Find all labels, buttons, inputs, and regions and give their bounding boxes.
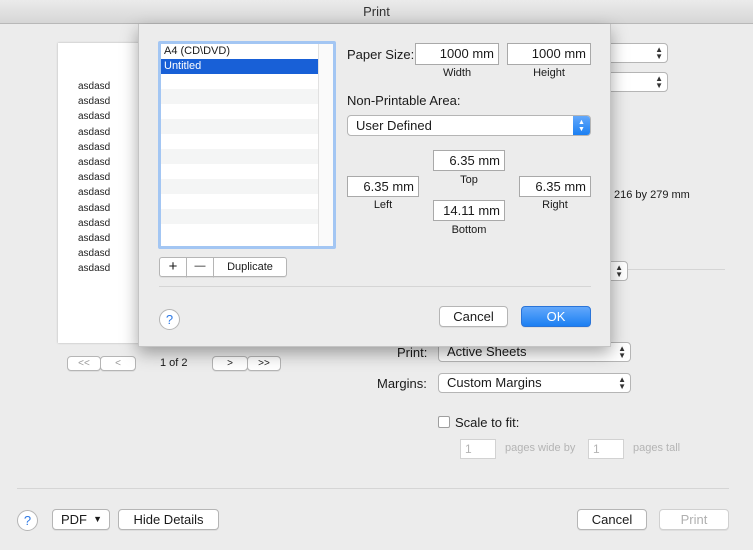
paper-size-list-item[interactable]: Untitled <box>161 59 333 74</box>
sheet-help-button[interactable]: ? <box>159 309 180 330</box>
footer-separator <box>17 488 729 489</box>
help-button[interactable]: ? <box>17 510 38 531</box>
printer-popup[interactable]: ▲ ▼ <box>604 43 668 63</box>
popup-arrows-icon: ▲ ▼ <box>618 344 626 360</box>
empty-list-row <box>161 134 333 149</box>
pdf-menu-button[interactable]: PDF ▼ <box>52 509 110 530</box>
paper-size-dimensions: 216 by 279 mm <box>614 189 690 201</box>
add-paper-size-button[interactable]: + <box>159 257 187 277</box>
preview-text-line: asdasd <box>78 202 111 214</box>
scale-to-fit-checkbox[interactable] <box>438 416 450 428</box>
preview-text-line: asdasd <box>78 217 111 229</box>
empty-list-row <box>161 194 333 209</box>
empty-list-row <box>161 224 333 239</box>
print-button[interactable]: Print <box>659 509 729 530</box>
pages-tall-label: pages tall <box>633 442 681 454</box>
scale-to-fit-label: Scale to fit: <box>455 415 520 430</box>
pdf-label: PDF <box>61 512 87 527</box>
empty-list-row <box>161 119 333 134</box>
custom-paper-sizes-sheet: A4 (CD\DVD) Untitled + — Duplicate Paper … <box>138 24 611 347</box>
pages-wide-field[interactable]: 1 <box>460 439 496 459</box>
remove-paper-size-button[interactable]: — <box>186 257 214 277</box>
non-printable-area-popup[interactable]: User Defined ▲ ▼ <box>347 115 591 136</box>
preview-text-line: asdasd <box>78 141 111 153</box>
preview-text-line: asdasd <box>78 187 111 199</box>
bottom-margin-field[interactable]: 14.11 mm <box>433 200 505 221</box>
left-margin-field[interactable]: 6.35 mm <box>347 176 419 197</box>
non-printable-area-label: Non-Printable Area: <box>347 93 461 108</box>
separator <box>628 269 725 270</box>
list-scrollbar[interactable] <box>318 44 333 246</box>
right-margin-label: Right <box>542 199 568 211</box>
window-title: Print <box>0 0 753 24</box>
cancel-button[interactable]: Cancel <box>577 509 647 530</box>
margins-label: Margins: <box>377 376 427 391</box>
margins-popup[interactable]: Custom Margins ▲ ▼ <box>438 373 631 393</box>
width-label: Width <box>442 67 472 79</box>
last-page-button[interactable]: >> <box>247 356 281 371</box>
hide-details-button[interactable]: Hide Details <box>118 509 219 530</box>
popup-arrows-icon: ▲ ▼ <box>618 375 626 391</box>
preview-text-line: asdasd <box>78 263 111 275</box>
preview-text-line: asdasd <box>78 81 111 92</box>
popup-arrows-icon: ▲ ▼ <box>655 45 663 61</box>
empty-list-row <box>161 89 333 104</box>
non-printable-area-value: User Defined <box>356 118 432 133</box>
paper-size-label: Paper Size: <box>347 47 415 62</box>
empty-list-row <box>161 74 333 89</box>
duplicate-button[interactable]: Duplicate <box>213 257 287 277</box>
previous-page-button[interactable]: < <box>100 356 136 371</box>
left-margin-label: Left <box>373 199 393 211</box>
preview-text-line: asdasd <box>78 172 111 184</box>
top-margin-field[interactable]: 6.35 mm <box>433 150 505 171</box>
print-preview-page: asdasd asdasd asdasd asdasd asdasd asdasd asda… <box>58 43 144 343</box>
empty-list-row <box>161 164 333 179</box>
paper-size-list-item[interactable]: A4 (CD\DVD) <box>161 44 333 59</box>
top-margin-label: Top <box>460 174 478 186</box>
right-margin-field[interactable]: 6.35 mm <box>519 176 591 197</box>
preview-text-line: asdasd <box>78 157 111 168</box>
ok-button[interactable]: OK <box>521 306 591 327</box>
preview-text-line: asdasd <box>78 111 111 123</box>
page-indicator: 1 of 2 <box>160 357 188 369</box>
empty-list-row <box>161 149 333 164</box>
empty-list-row <box>161 209 333 224</box>
preview-text-line: asdasd <box>78 96 111 108</box>
preview-text-line: asdasd <box>78 126 111 138</box>
preview-text-line: asdasd <box>78 233 111 244</box>
empty-list-row <box>161 104 333 119</box>
bottom-margin-label: Bottom <box>451 224 487 236</box>
popup-arrows-icon: ▲ ▼ <box>655 74 663 90</box>
paper-size-list[interactable]: A4 (CD\DVD) Untitled <box>158 41 336 249</box>
presets-popup[interactable]: ▲ ▼ <box>604 72 668 92</box>
pages-wide-label: pages wide by <box>505 442 576 454</box>
print-label: Print: <box>397 345 428 360</box>
chevron-down-icon: ▼ <box>93 514 102 524</box>
sheet-separator <box>159 286 591 287</box>
height-label: Height <box>533 67 565 79</box>
popup-arrows-icon: ▲ ▼ <box>615 263 623 279</box>
popup-arrows-icon: ▲ ▼ <box>573 116 590 135</box>
empty-list-row <box>161 179 333 194</box>
preview-text-line: asdasd <box>78 248 111 260</box>
width-field[interactable]: 1000 mm <box>415 43 499 65</box>
height-field[interactable]: 1000 mm <box>507 43 591 65</box>
margins-value: Custom Margins <box>447 375 542 390</box>
first-page-button[interactable]: << <box>67 356 101 371</box>
sheet-cancel-button[interactable]: Cancel <box>439 306 508 327</box>
next-page-button[interactable]: > <box>212 356 248 371</box>
pages-tall-field[interactable]: 1 <box>588 439 624 459</box>
